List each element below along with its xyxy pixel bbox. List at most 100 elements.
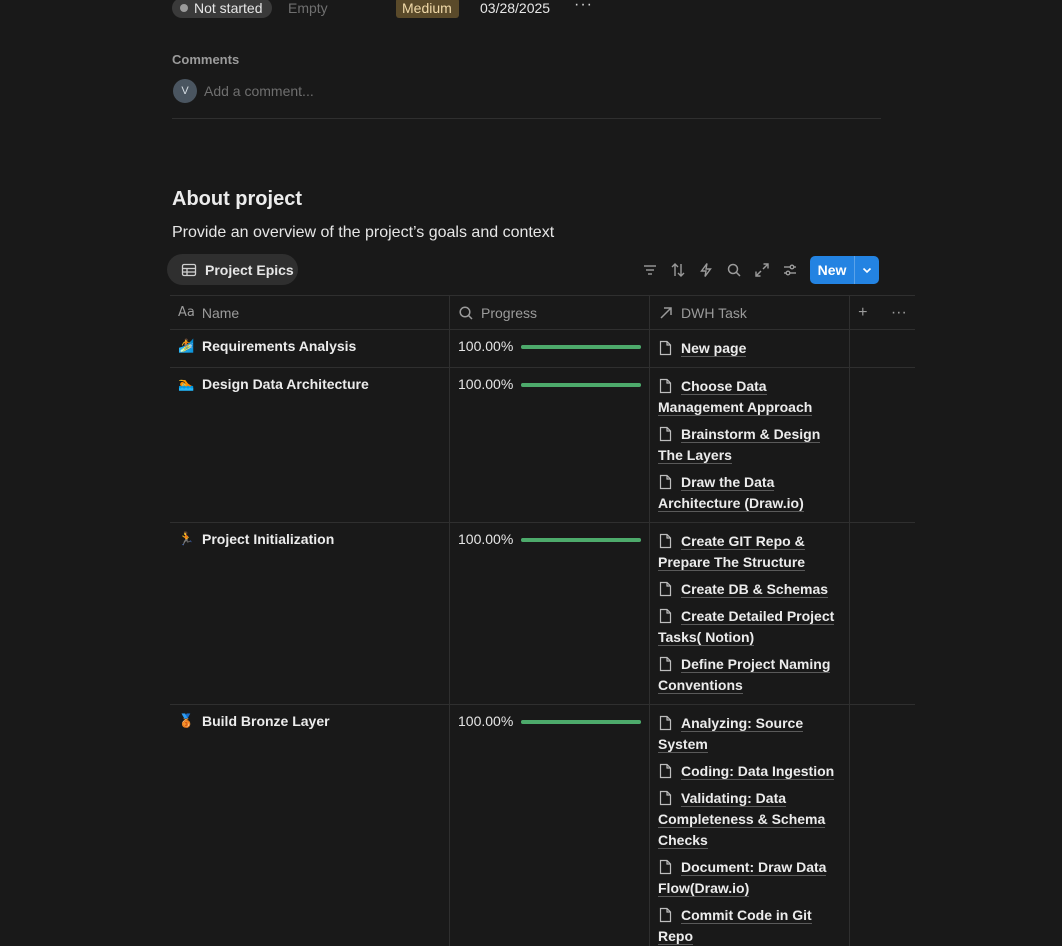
priority-tag[interactable]: Medium: [396, 0, 459, 18]
page-icon: [658, 533, 673, 549]
task-list: Create GIT Repo & Prepare The Structure C…: [658, 531, 841, 696]
page-icon: [658, 340, 673, 356]
cell-progress[interactable]: 100.00%: [450, 330, 650, 367]
task-link[interactable]: Choose Data Management Approach: [658, 376, 841, 418]
task-link[interactable]: Create GIT Repo & Prepare The Structure: [658, 531, 841, 573]
cell-name[interactable]: 🥉 Build Bronze Layer: [170, 705, 450, 946]
status-label: Not started: [194, 0, 263, 16]
table-row[interactable]: 🥉 Build Bronze Layer 100.00% Analyzing: …: [170, 705, 915, 946]
assignee-placeholder[interactable]: Empty: [288, 0, 328, 16]
task-link-text: Brainstorm & Design The Layers: [658, 426, 821, 464]
task-link[interactable]: Commit Code in Git Repo: [658, 905, 841, 946]
settings-sliders-icon[interactable]: [780, 261, 800, 279]
task-link[interactable]: Validating: Data Completeness & Schema C…: [658, 788, 841, 851]
tab-project-epics[interactable]: Project Epics: [167, 254, 298, 285]
text-property-icon: Aa: [178, 305, 195, 320]
automation-icon[interactable]: [696, 261, 716, 279]
table-row[interactable]: 🏄 Requirements Analysis 100.00% New page: [170, 330, 915, 368]
task-link-text: Validating: Data Completeness & Schema C…: [658, 790, 826, 849]
column-label: Progress: [481, 304, 538, 321]
task-link-text: Commit Code in Git Repo: [658, 907, 812, 945]
cell-progress[interactable]: 100.00%: [450, 523, 650, 704]
table-body: 🏄 Requirements Analysis 100.00% New page…: [170, 330, 915, 946]
cell-progress[interactable]: 100.00%: [450, 368, 650, 522]
task-link[interactable]: Create Detailed Project Tasks( Notion): [658, 606, 841, 648]
cell-dwh-task[interactable]: New page: [650, 330, 850, 367]
date-value[interactable]: 03/28/2025: [480, 0, 550, 16]
view-toolbar: [640, 261, 800, 279]
page-icon: [658, 581, 673, 597]
task-link[interactable]: Define Project Naming Conventions: [658, 654, 841, 696]
page-icon: [658, 715, 673, 731]
task-link[interactable]: Analyzing: Source System: [658, 713, 841, 755]
task-link-text: Choose Data Management Approach: [658, 378, 813, 416]
runner-icon: 🏃: [178, 531, 195, 546]
task-link[interactable]: Create DB & Schemas: [658, 579, 841, 600]
comment-input[interactable]: Add a comment...: [204, 83, 314, 99]
task-list: Choose Data Management Approach Brainstor…: [658, 376, 841, 514]
status-dot: [180, 4, 188, 12]
task-link[interactable]: Coding: Data Ingestion: [658, 761, 841, 782]
progress-bar: [521, 345, 641, 349]
task-link[interactable]: Draw the Data Architecture (Draw.io): [658, 472, 841, 514]
search-icon: [459, 305, 473, 320]
cell-progress[interactable]: 100.00%: [450, 705, 650, 946]
task-list: Analyzing: Source System Coding: Data Ing…: [658, 713, 841, 946]
task-link-text: New page: [681, 340, 747, 357]
epic-name: Requirements Analysis: [202, 338, 357, 354]
task-link-text: Create Detailed Project Tasks( Notion): [658, 608, 835, 646]
column-label: Name: [201, 304, 240, 321]
cell-name[interactable]: 🏃 Project Initialization: [170, 523, 450, 704]
progress-value: 100.00%: [458, 376, 514, 392]
cell-dwh-task[interactable]: Choose Data Management Approach Brainstor…: [650, 368, 850, 522]
epic-name: Design Data Architecture: [202, 376, 369, 392]
more-options-icon[interactable]: ···: [891, 304, 907, 322]
epic-name: Build Bronze Layer: [202, 713, 330, 729]
progress-bar-fill: [521, 383, 641, 387]
add-column-icon[interactable]: +: [858, 304, 867, 322]
progress-bar-fill: [521, 720, 641, 724]
sort-icon[interactable]: [668, 261, 688, 279]
table-icon: [181, 263, 197, 276]
page-icon: [658, 608, 673, 624]
comments-heading: Comments: [172, 52, 240, 67]
epics-table: Aa Name Progress DWH Task + ··· 🏄 Requir…: [170, 295, 915, 946]
task-link-text: Analyzing: Source System: [658, 715, 804, 753]
expand-icon[interactable]: [752, 261, 772, 279]
task-link[interactable]: Brainstorm & Design The Layers: [658, 424, 841, 466]
task-list: New page: [658, 338, 841, 359]
cell-extra: [850, 523, 915, 704]
task-link-text: Document: Draw Data Flow(Draw.io): [658, 859, 827, 897]
progress-bar: [521, 538, 641, 542]
new-button[interactable]: New: [810, 256, 879, 284]
status-badge[interactable]: Not started: [172, 0, 272, 18]
search-icon[interactable]: [724, 261, 744, 279]
column-header-dwh-task[interactable]: DWH Task: [650, 296, 850, 329]
table-row[interactable]: 🏊 Design Data Architecture 100.00% Choos…: [170, 368, 915, 523]
column-header-name[interactable]: Aa Name: [170, 296, 450, 329]
cell-name[interactable]: 🏊 Design Data Architecture: [170, 368, 450, 522]
cell-extra: [850, 330, 915, 367]
page-icon: [658, 426, 673, 442]
column-header-progress[interactable]: Progress: [450, 296, 650, 329]
task-link[interactable]: Document: Draw Data Flow(Draw.io): [658, 857, 841, 899]
table-row[interactable]: 🏃 Project Initialization 100.00% Create …: [170, 523, 915, 705]
task-link-text: Coding: Data Ingestion: [681, 763, 835, 780]
task-link-text: Define Project Naming Conventions: [658, 656, 831, 694]
progress-bar-fill: [521, 345, 641, 349]
page-section-title: About project: [172, 188, 302, 210]
swimmer-icon: 🏊: [178, 376, 195, 391]
page-icon: [658, 907, 673, 923]
cell-dwh-task[interactable]: Create GIT Repo & Prepare The Structure C…: [650, 523, 850, 704]
cell-extra: [850, 368, 915, 522]
page-section-description[interactable]: Provide an overview of the project’s goa…: [172, 224, 554, 242]
cell-name[interactable]: 🏄 Requirements Analysis: [170, 330, 450, 367]
task-link[interactable]: New page: [658, 338, 841, 359]
cell-dwh-task[interactable]: Analyzing: Source System Coding: Data Ing…: [650, 705, 850, 946]
filter-icon[interactable]: [640, 261, 660, 279]
chevron-down-icon[interactable]: [855, 256, 879, 284]
progress-bar: [521, 383, 641, 387]
new-button-label[interactable]: New: [810, 256, 855, 284]
task-link-text: Draw the Data Architecture (Draw.io): [658, 474, 804, 512]
more-options-icon[interactable]: ···: [574, 0, 593, 14]
